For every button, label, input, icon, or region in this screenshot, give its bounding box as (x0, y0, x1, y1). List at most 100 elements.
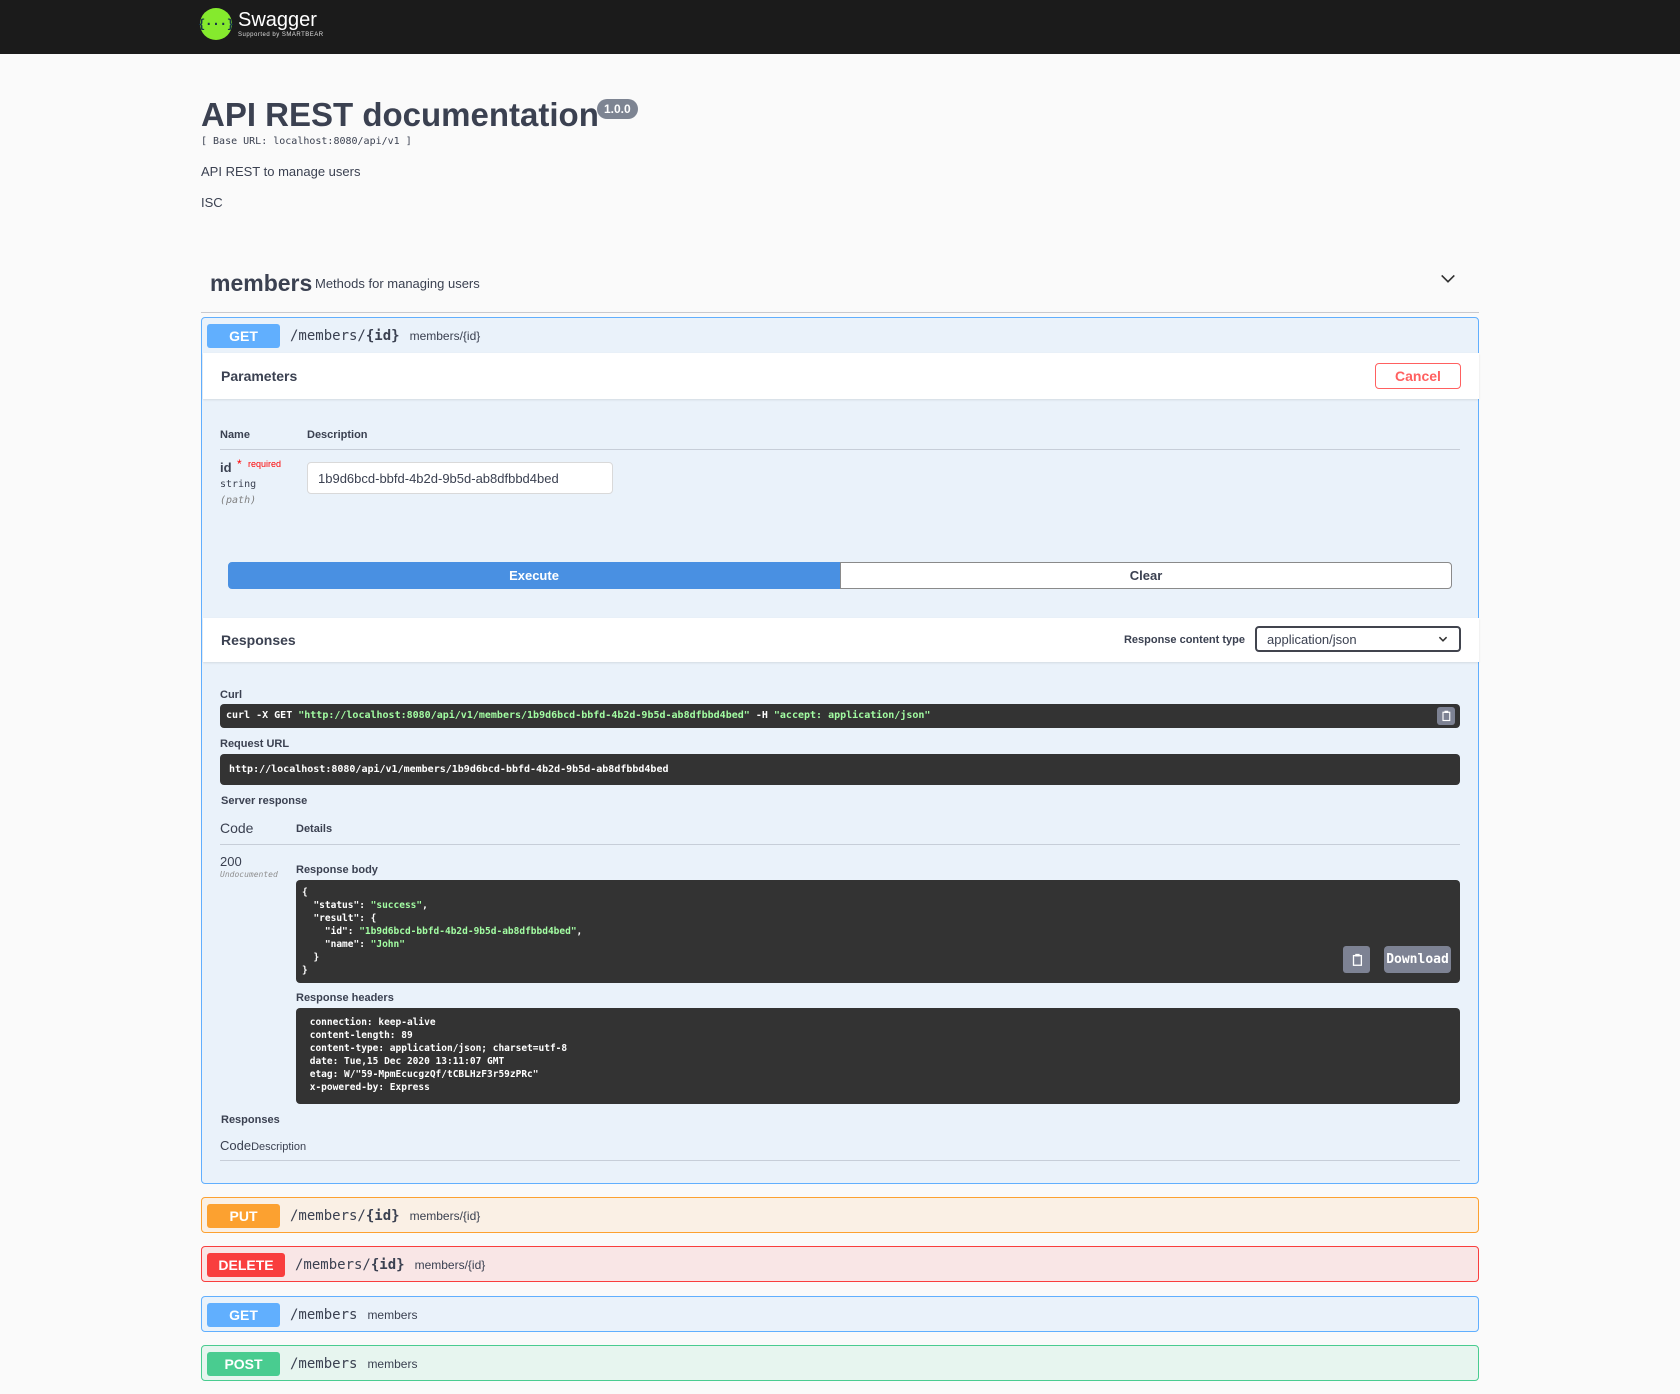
response-body-json: { "status": "success", "result": { "id":… (302, 887, 583, 976)
opblock-summary[interactable]: POST /members members (202, 1346, 1478, 1381)
logo-name: Swagger (238, 9, 317, 31)
opblock-delete-member[interactable]: DELETE /members/{id} members/{id} (201, 1246, 1479, 1282)
op-path: /members/{id} (290, 328, 400, 344)
header-line: x-powered-by: Express (304, 1082, 436, 1093)
cancel-button[interactable]: Cancel (1375, 363, 1461, 389)
json-status-val: "success" (370, 900, 423, 911)
required-star: * (237, 457, 242, 471)
clipboard-icon[interactable] (1437, 707, 1455, 725)
resp-code-label: Code (220, 1138, 252, 1153)
status-code: 200 (220, 854, 242, 869)
swagger-logo-icon: {···} (198, 8, 234, 40)
required-label: required (248, 459, 282, 469)
chevron-down-icon[interactable] (1439, 270, 1457, 288)
request-url: http://localhost:8080/api/v1/members/1b9… (229, 764, 669, 775)
topbar: {···} Swagger Supported by SMARTBEAR (0, 0, 1680, 54)
json-result-key: "result": { (302, 913, 377, 924)
content-type-label: Response content type (1123, 634, 1245, 646)
method-badge: POST (207, 1351, 280, 1376)
response-body-label: Response body (296, 864, 378, 876)
divider (220, 1160, 1460, 1161)
version-badge: 1.0.0 (597, 99, 638, 119)
op-path: /members (290, 1307, 357, 1323)
curl-prefix: curl -X GET (226, 710, 299, 721)
clipboard-icon[interactable] (1343, 946, 1370, 973)
details-header: Details (296, 823, 333, 835)
status-note: Undocumented (220, 870, 278, 879)
method-badge: DELETE (207, 1252, 285, 1277)
json-close-outer: } (302, 965, 308, 976)
opblock-post-members[interactable]: POST /members members (201, 1345, 1479, 1381)
header-line: etag: W/"59-MpmEcucgzQf/tCBLHzF3r59zPRc" (304, 1069, 545, 1080)
header-line: date: Tue,15 Dec 2020 13:11:07 GMT (304, 1056, 510, 1067)
method-badge: GET (207, 1302, 280, 1327)
json-name-key: "name": (302, 939, 371, 950)
json-open: { (302, 887, 308, 898)
opblock-put-member[interactable]: PUT /members/{id} members/{id} (201, 1197, 1479, 1233)
tag-description: Methods for managing users (315, 276, 480, 291)
op-summary: members (367, 1356, 418, 1371)
resp-desc-label: Description (251, 1141, 307, 1153)
tag-members[interactable]: members Methods for managing users (201, 262, 1479, 313)
json-name-val: "John" (370, 939, 405, 950)
responses-label: Responses (221, 1114, 280, 1126)
id-input[interactable]: 1b9d6bcd-bbfd-4b2d-9b5d-ab8dfbbd4bed (307, 462, 613, 494)
parameters-header: Parameters Cancel (203, 353, 1479, 399)
curl-flag: -H (749, 710, 774, 721)
response-headers-text: connection: keep-alive content-length: 8… (304, 1016, 573, 1094)
col-description: Description (307, 429, 368, 441)
base-url: [ Base URL: localhost:8080/api/v1 ] (201, 136, 412, 147)
param-type: string (220, 479, 257, 490)
page-title: API REST documentation (201, 96, 599, 133)
logo-text: Swagger Supported by SMARTBEAR (238, 10, 324, 38)
download-button[interactable]: Download (1384, 946, 1451, 973)
opblock-summary[interactable]: DELETE /members/{id} members/{id} (202, 1247, 1478, 1282)
swagger-logo[interactable]: {···} Swagger Supported by SMARTBEAR (198, 8, 324, 40)
opblock-summary[interactable]: GET /members members (202, 1297, 1478, 1332)
json-id-key: "id": (302, 926, 360, 937)
api-description: API REST to manage users (201, 164, 361, 179)
opblock-summary[interactable]: PUT /members/{id} members/{id} (202, 1198, 1478, 1233)
opblock-summary[interactable]: GET /members/{id} members/{id} (202, 318, 1478, 353)
response-body[interactable]: { "status": "success", "result": { "id":… (296, 880, 1460, 983)
execute-button[interactable]: Execute (228, 562, 840, 589)
resp-code-header: CodeDescription (220, 1138, 306, 1153)
op-path-base: /members/ (290, 1207, 366, 1224)
op-path-base: /members (290, 1355, 358, 1372)
op-path-param: {id} (365, 1207, 400, 1224)
op-summary: members/{id} (409, 328, 481, 343)
code-header: Code (220, 820, 254, 836)
response-headers[interactable]: connection: keep-alive content-length: 8… (296, 1008, 1460, 1104)
op-path-base: /members/ (290, 327, 366, 344)
clear-button[interactable]: Clear (840, 562, 1452, 589)
json-status-key: "status": (302, 900, 371, 911)
chevron-down-icon (1438, 636, 1448, 642)
curl-url: "http://localhost:8080/api/v1/members/1b… (298, 710, 750, 721)
server-response-label: Server response (221, 795, 308, 807)
method-badge: GET (207, 323, 280, 348)
op-summary: members/{id} (409, 1208, 481, 1223)
curl-header: "accept: application/json" (773, 710, 931, 721)
parameters-title: Parameters (221, 368, 298, 384)
opblock-get-members[interactable]: GET /members members (201, 1296, 1479, 1332)
divider (220, 844, 1460, 845)
request-url-box[interactable]: http://localhost:8080/api/v1/members/1b9… (220, 754, 1460, 785)
json-close-inner: } (302, 952, 320, 963)
curl-code[interactable]: curl -X GET "http://localhost:8080/api/v… (220, 704, 1460, 728)
parameters-section: Name Description id * required string (p… (202, 399, 1478, 634)
content-type-value: application/json (1267, 631, 1357, 647)
op-path: /members/{id} (295, 1257, 405, 1273)
responses-title: Responses (221, 632, 296, 648)
json-id-val: "1b9d6bcd-bbfd-4b2d-9b5d-ab8dfbbd4bed" (359, 926, 577, 937)
api-info: API REST documentation 1.0.0 [ Base URL:… (201, 96, 638, 210)
content-type-select[interactable]: application/json (1255, 626, 1461, 652)
param-location: (path) (220, 495, 257, 506)
curl-label: Curl (220, 689, 242, 701)
responses-header: Responses Response content type applicat… (203, 618, 1479, 662)
opblock-get-member: GET /members/{id} members/{id} Parameter… (201, 317, 1479, 1184)
op-path-param: {id} (370, 1256, 405, 1273)
logo-sub: Supported by SMARTBEAR (238, 32, 324, 38)
header-line: connection: keep-alive (304, 1017, 442, 1028)
op-summary: members/{id} (414, 1257, 486, 1272)
header-line: content-length: 89 (304, 1030, 419, 1041)
